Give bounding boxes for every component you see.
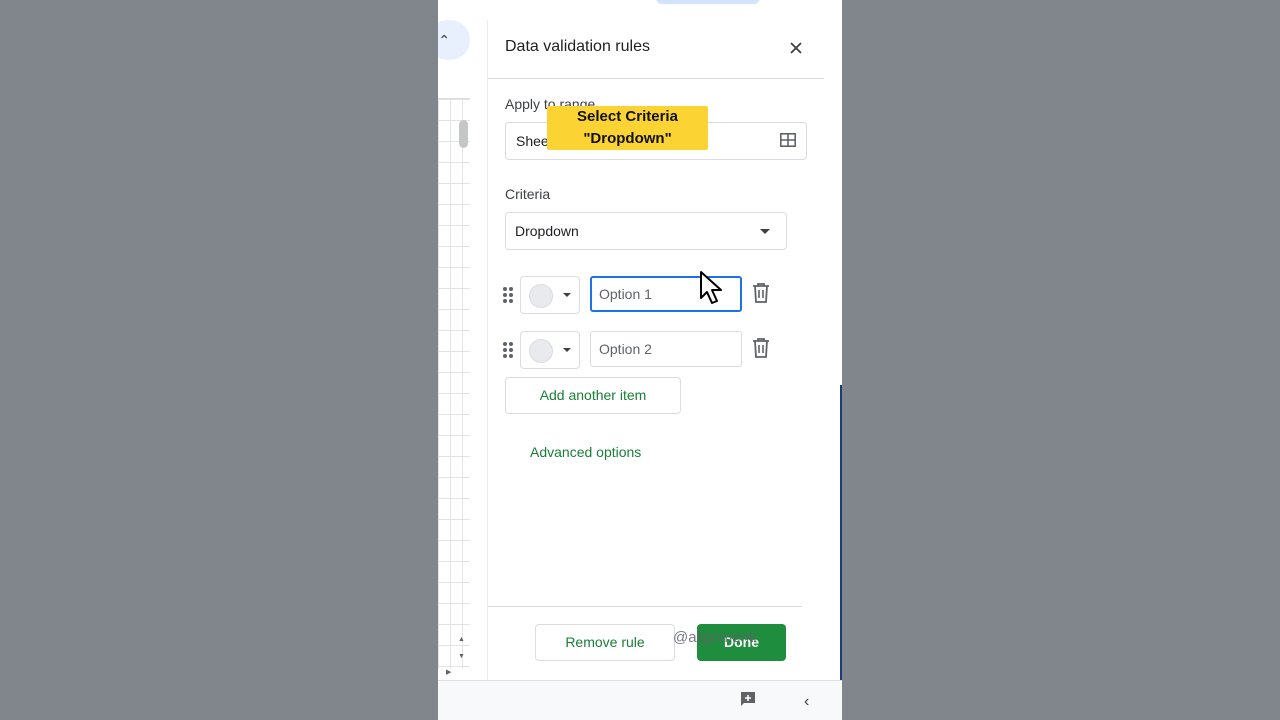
drag-handle-icon[interactable] (502, 341, 514, 359)
window-edge (840, 385, 842, 705)
top-pill-button[interactable] (656, 0, 760, 4)
caption-line-1: Select Criteria (577, 108, 678, 125)
close-button[interactable] (784, 36, 808, 60)
criteria-value: Dropdown (515, 223, 579, 239)
chevron-left-icon[interactable]: ‹ (804, 693, 809, 711)
watermark-text: @alignmentl (673, 629, 757, 646)
color-swatch (529, 284, 553, 308)
close-icon (790, 42, 802, 54)
chevron-down-icon (563, 293, 571, 297)
drag-handle-icon[interactable] (502, 286, 514, 304)
remove-rule-button[interactable]: Remove rule (535, 624, 675, 661)
advanced-options-link[interactable]: Advanced options (530, 444, 641, 460)
delete-icon[interactable] (752, 338, 770, 358)
grid-select-icon[interactable] (780, 133, 796, 147)
vertical-scrollbar[interactable] (459, 120, 468, 148)
add-item-button[interactable]: Add another item (505, 377, 681, 414)
caption-line-2: "Dropdown" (583, 130, 672, 147)
dropdown-arrow-icon (760, 229, 770, 234)
option-2-input[interactable] (590, 331, 742, 367)
item-color-picker[interactable] (520, 276, 580, 314)
chevron-down-icon (563, 348, 571, 352)
video-letterbox-right (842, 0, 1280, 720)
spreadsheet-grid[interactable] (438, 98, 470, 669)
color-swatch (529, 339, 553, 363)
mouse-pointer-icon (700, 271, 722, 304)
add-comment-icon[interactable] (740, 691, 756, 707)
delete-icon[interactable] (752, 283, 770, 303)
panel-title: Data validation rules (505, 38, 650, 55)
scroll-up-icon[interactable]: ▲ (458, 636, 465, 643)
panel-header: Data validation rules (488, 20, 824, 79)
dropdown-item-row (502, 276, 782, 314)
item-color-picker[interactable] (520, 331, 580, 369)
criteria-label: Criteria (505, 186, 551, 202)
scroll-right-icon[interactable]: ▶ (446, 668, 451, 676)
collapse-chevron-button[interactable]: ⌃ (438, 20, 470, 60)
bottom-bar: ‹ (438, 680, 842, 720)
video-letterbox-left (0, 0, 438, 720)
footer-divider (488, 606, 802, 607)
dropdown-item-row (502, 331, 782, 369)
chevron-up-icon: ⌃ (438, 31, 450, 48)
tutorial-caption: Select Criteria "Dropdown" (547, 106, 708, 150)
scroll-down-icon[interactable]: ▼ (458, 653, 465, 660)
criteria-select[interactable]: Dropdown (505, 212, 787, 250)
